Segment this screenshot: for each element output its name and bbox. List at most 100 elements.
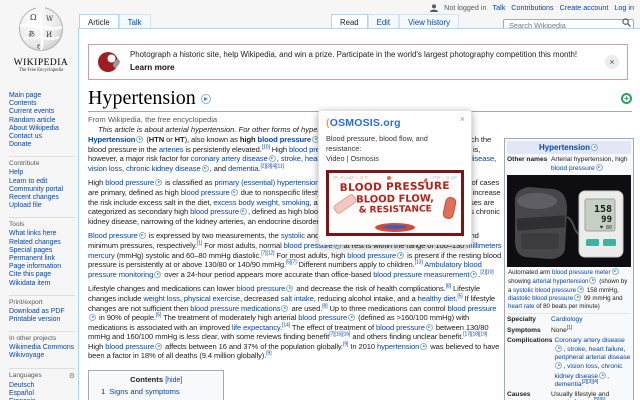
osmosis-link-icon[interactable] xyxy=(470,270,478,278)
personal-link-create-account[interactable]: Create account xyxy=(560,3,609,12)
osmosis-link-icon[interactable] xyxy=(281,304,289,312)
wiki-link[interactable]: blood pressure xyxy=(376,323,425,332)
osmosis-link-icon[interactable] xyxy=(230,188,238,196)
wiki-link[interactable]: heart failure xyxy=(589,346,624,353)
wiki-link[interactable]: blood pressure xyxy=(236,284,285,293)
wiki-link[interactable]: weight loss xyxy=(143,294,180,303)
sidebar-item-page-information[interactable]: Page information xyxy=(9,263,75,271)
osmosis-link-icon[interactable] xyxy=(239,208,247,216)
wiki-link[interactable]: systolic xyxy=(281,231,305,240)
osmosis-link-icon[interactable] xyxy=(577,285,585,293)
reference-link[interactable]: [13] xyxy=(415,260,423,266)
wiki-link[interactable]: blood pressure medications xyxy=(190,304,280,313)
sidebar-item-deutsch[interactable]: Deutsch xyxy=(9,382,75,390)
osmosis-link-icon[interactable] xyxy=(136,136,144,143)
wiki-link[interactable]: blood pressure xyxy=(258,135,312,144)
wiki-link[interactable]: stroke xyxy=(281,154,301,163)
reference-link[interactable]: [2][3][4][11] xyxy=(260,163,283,169)
reference-link[interactable]: [5][7] xyxy=(286,260,297,266)
wiki-link[interactable]: hypertension xyxy=(377,342,419,351)
osmosis-link-icon[interactable] xyxy=(574,294,582,302)
wiki-link[interactable]: stroke xyxy=(567,346,585,353)
sidebar-item-random-article[interactable]: Random article xyxy=(9,117,75,125)
wiki-link[interactable]: blood pressure xyxy=(448,304,497,313)
osmosis-link-icon[interactable] xyxy=(154,270,162,278)
wiki-link[interactable]: vision loss xyxy=(567,363,597,370)
tab-view-history[interactable]: View history xyxy=(399,14,459,29)
reference-link[interactable]: [9] xyxy=(266,351,271,357)
sidebar-item-wikivoyage[interactable]: Wikivoyage xyxy=(9,352,75,360)
reference-link[interactable]: [2][10] xyxy=(480,269,493,275)
wiki-link[interactable]: vision loss xyxy=(88,164,122,173)
osmosis-link-icon[interactable] xyxy=(425,323,433,331)
sidebar-item-current-events[interactable]: Current events xyxy=(9,108,75,116)
toc-hide-toggle[interactable]: [hide] xyxy=(165,377,182,384)
reference-link[interactable]: [7][15][16] xyxy=(329,332,350,338)
languages-gear-icon[interactable]: ⚙ xyxy=(69,372,75,380)
osmosis-link-icon[interactable] xyxy=(555,362,563,370)
wiki-link[interactable]: blood pressure xyxy=(347,251,396,260)
osmosis-link-icon[interactable] xyxy=(591,144,599,151)
wiki-link[interactable]: dementia xyxy=(228,164,259,173)
banner-close-button[interactable]: × xyxy=(605,54,619,69)
blood-pressure-monitor-photo[interactable]: 158 99 ♥ 80 xyxy=(507,175,631,268)
osmosis-link-icon[interactable] xyxy=(420,342,428,350)
wiki-link[interactable]: excess body weight xyxy=(213,198,278,207)
sidebar-item-recent-changes[interactable]: Recent changes xyxy=(9,194,75,202)
sidebar-item-related-changes[interactable]: Related changes xyxy=(9,239,75,247)
wiki-link[interactable]: Coronary artery disease xyxy=(554,337,624,344)
osmosis-link-icon[interactable] xyxy=(599,371,607,379)
wiki-link[interactable]: primary (essential) hypertension xyxy=(214,178,319,187)
learn-more-link[interactable]: Learn more xyxy=(130,62,175,75)
osmosis-link-icon[interactable] xyxy=(155,179,163,187)
personal-link-contributions[interactable]: Contributions xyxy=(511,3,553,12)
sidebar-item-what-links-here[interactable]: What links here xyxy=(9,230,75,238)
reference-link[interactable]: [1] xyxy=(567,324,573,330)
osmosis-link-icon[interactable] xyxy=(348,314,356,322)
green-plus-icon[interactable]: + xyxy=(621,93,632,104)
osmosis-link-icon[interactable] xyxy=(611,268,619,276)
osmosis-link-icon[interactable] xyxy=(595,164,603,172)
tab-read[interactable]: Read xyxy=(331,14,368,29)
sidebar-item-community-portal[interactable]: Community portal xyxy=(9,186,75,194)
wiki-link[interactable]: dementia xyxy=(554,381,581,388)
wiki-link[interactable]: blood pressure meter xyxy=(552,269,610,276)
wiki-link[interactable]: Blood pressure xyxy=(88,231,138,240)
reference-link[interactable]: [14] xyxy=(282,322,290,328)
reference-link[interactable]: [10] xyxy=(262,144,270,150)
wiki-link[interactable]: peripheral arterial disease xyxy=(554,354,630,361)
sidebar-item-cite-this-page[interactable]: Cite this page xyxy=(9,271,75,279)
toc-link[interactable]: Signs and symptoms xyxy=(109,387,179,396)
wiki-link[interactable]: coronary artery disease xyxy=(191,154,268,163)
wiki-link[interactable]: diastolic blood pressure xyxy=(508,295,573,302)
sidebar-item-contents[interactable]: Contents xyxy=(9,100,75,108)
sidebar-item-donate[interactable]: Donate xyxy=(9,141,75,149)
osmosis-title-icon[interactable] xyxy=(200,93,211,104)
wikipedia-logo[interactable]: Ω W あ И ع WIKIPEDIA The Free Encyclopedi… xyxy=(8,6,74,73)
tab-talk[interactable]: Talk xyxy=(118,14,151,29)
sidebar-item-upload-file[interactable]: Upload file xyxy=(9,202,75,210)
wiki-link[interactable]: blood pressure xyxy=(190,207,239,216)
osmosis-link-icon[interactable] xyxy=(201,164,209,172)
wiki-link[interactable]: physical exercise xyxy=(184,294,240,303)
osmosis-link-icon[interactable] xyxy=(589,277,597,285)
osmosis-logo[interactable]: (OSMOSIS.org xyxy=(326,117,464,129)
osmosis-link-icon[interactable] xyxy=(268,155,276,163)
personal-link-log-in[interactable]: Log in xyxy=(614,3,634,12)
wiki-link[interactable]: arterial hypertension xyxy=(532,278,588,285)
sidebar-item-help[interactable]: Help xyxy=(9,169,75,177)
sidebar-item-contact-us[interactable]: Contact us xyxy=(9,133,75,141)
osmosis-link-icon[interactable] xyxy=(555,344,563,352)
osmosis-link-icon[interactable] xyxy=(89,314,96,322)
video-thumbnail[interactable]: (P₁-P₂) ΔP = Q·R PW = Q·ΔP BLOOD PRESSUR… xyxy=(326,169,464,236)
sidebar-item-printable-version[interactable]: Printable version xyxy=(9,316,75,324)
wiki-link[interactable]: heart rate xyxy=(508,303,534,310)
wiki-link[interactable]: blood pressure measurement xyxy=(373,270,469,279)
sidebar-item-wikimedia-commons[interactable]: Wikimedia Commons xyxy=(9,344,75,352)
wiki-link[interactable]: blood pressure xyxy=(298,313,347,322)
sidebar-item-learn-to-edit[interactable]: Learn to edit xyxy=(9,178,75,186)
wiki-link[interactable]: Cardiology xyxy=(551,316,583,323)
osmosis-link-icon[interactable] xyxy=(138,232,146,240)
wiki-link[interactable]: healthy diet xyxy=(418,294,456,303)
toc-item[interactable]: 1 Signs and symptoms xyxy=(101,387,211,396)
